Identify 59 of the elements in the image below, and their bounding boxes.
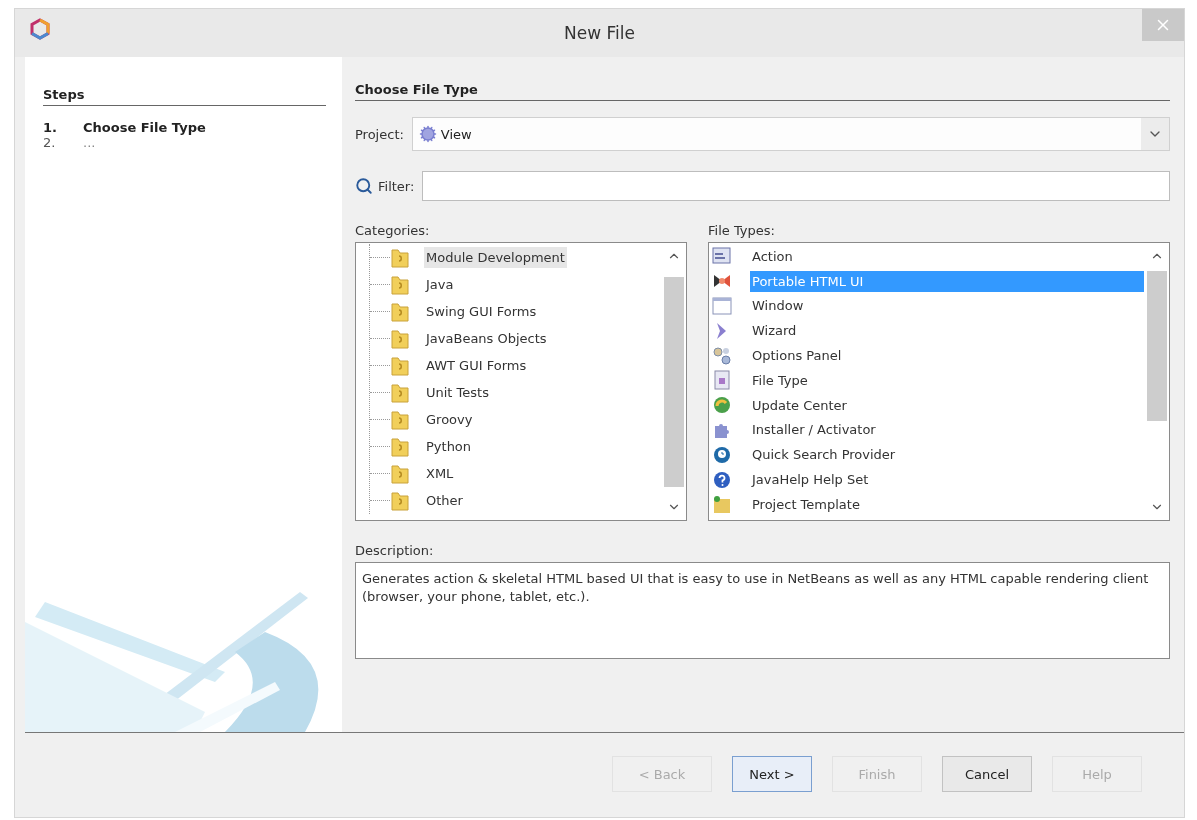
window-title: New File — [563, 23, 636, 43]
form-icon — [712, 246, 732, 267]
folder-icon — [390, 300, 410, 323]
clock-icon — [712, 444, 732, 465]
step-label: Choose File Type — [83, 120, 206, 135]
steps-heading: Steps — [43, 87, 326, 106]
hexagon-logo-icon — [29, 18, 51, 40]
step-label: ... — [83, 135, 96, 150]
category-item[interactable]: Swing GUI Forms — [424, 301, 539, 322]
category-item[interactable]: Java — [424, 274, 456, 295]
file-type-item[interactable]: JavaHelp Help Set — [750, 469, 1144, 491]
file-type-item[interactable]: Installer / Activator — [750, 419, 1144, 441]
help-icon — [712, 469, 732, 490]
file-types-label: File Types: — [708, 223, 776, 238]
categories-label: Categories: — [355, 223, 431, 238]
category-item[interactable]: Module Development — [424, 247, 567, 268]
folder-icon — [390, 381, 410, 404]
project-dropdown[interactable]: View — [411, 117, 1170, 151]
category-item[interactable]: Groovy — [424, 409, 475, 430]
dialog-button[interactable]: Cancel — [942, 756, 1032, 792]
folder-icon — [390, 435, 410, 458]
category-item[interactable]: Unit Tests — [424, 382, 491, 403]
description-text-area: Generates action & skeletal HTML based UI that is easy to use in NetBeans as well as any HTML capable rendering client (browser, your phone, tablet, etc.). — [355, 562, 1170, 659]
step-number: 2. — [43, 135, 57, 150]
step-number: 1. — [43, 120, 58, 135]
category-item[interactable]: AWT GUI Forms — [424, 355, 529, 376]
folder-icon — [390, 246, 410, 269]
gear-icon — [418, 125, 437, 143]
panel-heading: Choose File Type — [355, 82, 1170, 101]
file-type-item[interactable]: Options Panel — [750, 345, 1144, 367]
file-type-item[interactable]: Window — [750, 295, 1144, 317]
file-type-item[interactable]: Project Template — [750, 493, 1144, 515]
search-icon — [355, 177, 373, 195]
filter-field[interactable] — [422, 171, 1170, 201]
category-item[interactable]: XML — [424, 463, 456, 484]
dialog-button[interactable]: Next > — [732, 756, 812, 792]
folder-icon — [712, 494, 732, 515]
document-icon — [712, 370, 732, 391]
close-button[interactable] — [1142, 9, 1184, 41]
file-type-item[interactable]: Update Center — [750, 394, 1144, 416]
file-type-item[interactable]: Wizard — [750, 320, 1144, 342]
gears-icon — [712, 345, 732, 366]
folder-icon — [390, 408, 410, 431]
folder-icon — [390, 489, 410, 512]
folder-icon — [390, 327, 410, 350]
description-label: Description: — [355, 543, 434, 558]
file-type-item[interactable]: Quick Search Provider — [750, 444, 1144, 466]
file-type-item[interactable]: Action — [750, 245, 1144, 267]
window-icon — [712, 296, 732, 316]
filter-label: Filter: — [378, 178, 415, 194]
file-type-item[interactable]: File Type — [750, 369, 1144, 391]
folder-icon — [390, 354, 410, 377]
category-item[interactable]: Python — [424, 436, 474, 457]
folder-icon — [390, 462, 410, 485]
category-item[interactable]: Other — [424, 490, 465, 511]
category-item[interactable]: JavaBeans Objects — [424, 328, 549, 349]
project-label: Project: — [355, 126, 404, 142]
globe-icon — [712, 395, 732, 416]
folder-icon — [390, 273, 410, 296]
